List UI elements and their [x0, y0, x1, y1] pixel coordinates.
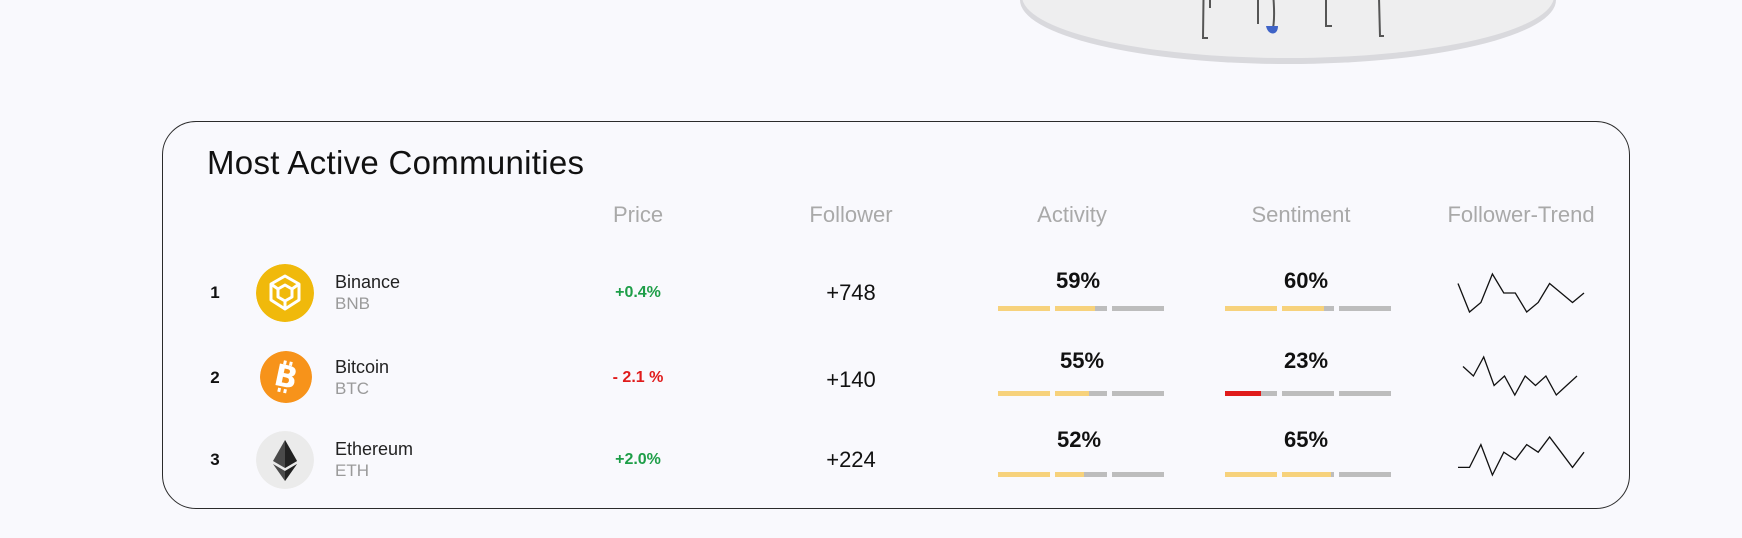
bar-segment-fill	[1055, 391, 1089, 396]
table-row[interactable]: 1 Binance BNB +0.4% +748 59% 60%	[163, 258, 1629, 328]
coin-name: Binance	[335, 272, 401, 292]
activity-bar	[998, 472, 1164, 477]
activity-bar	[998, 306, 1164, 311]
bar-segment	[1225, 391, 1277, 396]
bar-segment-fill	[1225, 472, 1277, 477]
bar-segment	[998, 306, 1050, 311]
column-header-follower-trend[interactable]: Follower-Trend	[1447, 202, 1594, 228]
sentiment-bar	[1225, 472, 1391, 477]
sentiment-percent: 65%	[1283, 427, 1329, 452]
bar-segment	[1112, 391, 1164, 396]
bitcoin-icon: B	[260, 351, 312, 403]
most-active-communities-card: Most Active Communities Price Follower A…	[162, 121, 1630, 509]
follower-trend-sparkline	[1462, 355, 1578, 397]
bar-segment-fill	[1225, 391, 1261, 396]
bar-segment-fill	[1282, 306, 1324, 311]
ethereum-icon	[256, 431, 314, 489]
table-row[interactable]: 2 B Bitcoin BTC - 2.1 % +140 55% 23%	[163, 343, 1629, 413]
bar-segment	[1112, 472, 1164, 477]
bar-segment-fill	[1225, 306, 1277, 311]
bar-segment	[1055, 391, 1107, 396]
follower-change: +748	[826, 280, 876, 305]
sentiment-percent: 23%	[1283, 348, 1329, 373]
bar-segment	[1055, 306, 1107, 311]
bar-segment	[998, 472, 1050, 477]
coin-symbol: BTC	[335, 379, 369, 398]
follower-change: +140	[826, 367, 876, 392]
activity-percent: 52%	[1056, 427, 1102, 452]
bar-segment	[1055, 472, 1107, 477]
coin-symbol: ETH	[335, 461, 369, 480]
bar-segment-fill	[1055, 306, 1096, 311]
sparkline-path	[1457, 272, 1585, 314]
bar-segment-fill	[1282, 472, 1332, 477]
bar-segment	[1339, 472, 1391, 477]
bar-segment-fill	[998, 391, 1050, 396]
follower-trend-sparkline	[1458, 435, 1585, 477]
activity-percent: 59%	[1055, 268, 1101, 293]
column-header-activity[interactable]: Activity	[1037, 202, 1107, 228]
people-illustration	[1020, 0, 1556, 64]
sparkline-path	[1458, 435, 1585, 477]
activity-percent: 55%	[1059, 348, 1105, 373]
bar-segment	[1225, 472, 1277, 477]
bar-segment-fill	[998, 472, 1050, 477]
coin-name: Ethereum	[335, 439, 414, 459]
coin-symbol: BNB	[335, 294, 370, 313]
table-row[interactable]: 3 Ethereum ETH +2.0% +224 52% 65%	[163, 425, 1629, 495]
rank-number: 2	[210, 368, 220, 387]
bar-segment	[1282, 472, 1334, 477]
column-header-sentiment[interactable]: Sentiment	[1251, 202, 1350, 228]
bar-segment	[1282, 391, 1334, 396]
sentiment-bar	[1225, 391, 1391, 396]
rank-number: 1	[210, 283, 220, 302]
bar-segment-fill	[998, 306, 1050, 311]
bar-segment-fill	[1055, 472, 1085, 477]
sentiment-percent: 60%	[1283, 268, 1329, 293]
activity-bar	[998, 391, 1164, 396]
column-header-price[interactable]: Price	[613, 202, 663, 228]
column-header-follower[interactable]: Follower	[809, 202, 892, 228]
bar-segment	[1225, 306, 1277, 311]
rank-number: 3	[210, 450, 220, 469]
price-change: +2.0%	[615, 451, 661, 468]
bar-segment	[998, 391, 1050, 396]
coin-name: Bitcoin	[335, 357, 390, 377]
card-title: Most Active Communities	[207, 144, 585, 181]
price-change: +0.4%	[615, 284, 661, 301]
sentiment-bar	[1225, 306, 1391, 311]
bar-segment	[1339, 391, 1391, 396]
follower-change: +224	[826, 447, 876, 472]
price-change: - 2.1 %	[612, 369, 664, 386]
binance-icon	[256, 264, 314, 322]
bar-segment	[1112, 306, 1164, 311]
bar-segment	[1339, 306, 1391, 311]
follower-trend-sparkline	[1457, 272, 1585, 314]
sparkline-path	[1462, 355, 1578, 397]
bar-segment	[1282, 306, 1334, 311]
